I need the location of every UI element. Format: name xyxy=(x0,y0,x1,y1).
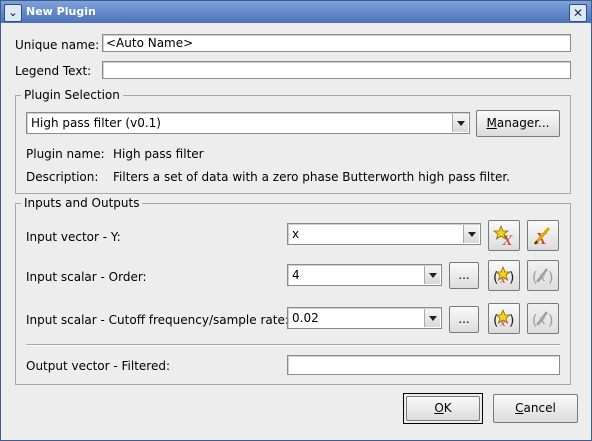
cutoff-value: 0.02 xyxy=(292,311,319,325)
plugin-select[interactable]: High pass filter (v0.1) xyxy=(26,112,470,134)
ok-mnemonic: O xyxy=(434,401,444,415)
edit-vector-icon: X xyxy=(533,227,551,248)
plugin-selection-title: Plugin Selection xyxy=(21,88,123,102)
order-select[interactable]: 4 xyxy=(287,264,442,286)
description-label: Description: xyxy=(26,170,99,184)
plugin-name-label: Plugin name: xyxy=(26,147,105,161)
edit-vector-button[interactable]: X xyxy=(527,220,559,251)
legend-text-label: Legend Text: xyxy=(15,64,92,78)
chevron-down-icon[interactable] xyxy=(463,225,479,243)
input-vector-select[interactable]: x xyxy=(287,223,481,245)
new-vector-button[interactable]: X xyxy=(488,220,520,251)
svg-text:): ) xyxy=(548,270,553,286)
inputs-outputs-title: Inputs and Outputs xyxy=(21,196,143,210)
new-vector-icon: X xyxy=(492,224,513,248)
edit-scalar-icon: ( ) x xyxy=(532,311,553,329)
new-scalar-icon: ( ) x xyxy=(493,265,514,286)
cancel-button[interactable]: Cancel xyxy=(493,394,578,423)
new-plugin-dialog: ⌄ New Plugin ✕ Unique name: <Auto Name> … xyxy=(0,0,592,441)
output-vector-label: Output vector - Filtered: xyxy=(26,359,171,373)
cutoff-label: Input scalar - Cutoff frequency/sample r… xyxy=(26,313,289,327)
manager-mnemonic: M xyxy=(486,116,497,130)
new-scalar-icon: ( ) x xyxy=(493,308,514,329)
ellipsis-label: ... xyxy=(458,312,470,326)
cancel-mnemonic: C xyxy=(515,401,524,415)
edit-scalar-button-order[interactable]: ( ) x xyxy=(527,260,559,291)
cutoff-browse-button[interactable]: ... xyxy=(449,306,479,333)
input-vector-value: x xyxy=(292,227,300,241)
close-icon[interactable]: ✕ xyxy=(569,4,587,22)
ok-button[interactable]: OK xyxy=(406,396,480,421)
svg-text:): ) xyxy=(548,313,553,329)
svg-text:x: x xyxy=(500,275,506,286)
plugin-select-value: High pass filter (v0.1) xyxy=(31,116,161,130)
ellipsis-label: ... xyxy=(458,268,470,282)
input-vector-label: Input vector - Y: xyxy=(26,230,121,244)
svg-text:x: x xyxy=(500,318,506,329)
chevron-down-icon[interactable] xyxy=(452,114,468,132)
order-label: Input scalar - Order: xyxy=(26,270,147,284)
ok-label-rest: K xyxy=(443,401,452,415)
order-browse-button[interactable]: ... xyxy=(449,262,479,289)
unique-name-label: Unique name: xyxy=(15,38,100,52)
svg-text:X: X xyxy=(502,234,513,248)
io-separator xyxy=(26,344,560,346)
order-value: 4 xyxy=(292,268,300,282)
window-title: New Plugin xyxy=(26,5,96,18)
plugin-name-value: High pass filter xyxy=(113,147,204,161)
svg-text:(: ( xyxy=(532,270,537,286)
title-bar: ⌄ New Plugin ✕ xyxy=(1,1,591,23)
chevron-down-icon[interactable] xyxy=(424,266,440,284)
manager-button[interactable]: Manager... xyxy=(476,110,560,137)
output-vector-field[interactable] xyxy=(287,355,560,375)
unique-name-field[interactable]: <Auto Name> xyxy=(102,34,571,52)
cancel-label-rest: ancel xyxy=(523,401,556,415)
edit-scalar-button-cutoff[interactable]: ( ) x xyxy=(527,303,559,334)
legend-text-field[interactable] xyxy=(102,61,571,79)
cutoff-select[interactable]: 0.02 xyxy=(287,307,442,329)
window-menu-icon[interactable]: ⌄ xyxy=(4,4,22,22)
chevron-down-icon[interactable] xyxy=(424,309,440,327)
new-scalar-button-cutoff[interactable]: ( ) x xyxy=(488,303,520,334)
description-value: Filters a set of data with a zero phase … xyxy=(113,170,510,184)
svg-text:(: ( xyxy=(532,313,537,329)
new-scalar-button-order[interactable]: ( ) x xyxy=(488,260,520,291)
edit-scalar-icon: ( ) x xyxy=(532,268,553,286)
manager-label-rest: anager... xyxy=(496,116,550,130)
